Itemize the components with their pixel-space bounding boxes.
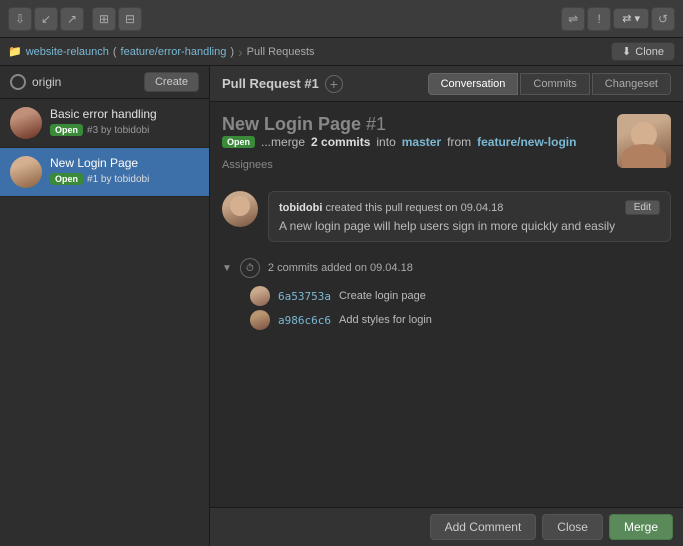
pr-item-info: Basic error handling Open #3 by tobidobi	[50, 107, 199, 136]
pr-body: New Login Page #1 Open ...merge 2 commit…	[210, 102, 683, 507]
merge-icon[interactable]: ⇌	[561, 7, 585, 31]
avatar	[10, 156, 42, 188]
collapse-icon[interactable]: ▼	[222, 263, 232, 274]
target-branch: master	[402, 135, 441, 149]
push-icon[interactable]: ↗	[60, 7, 84, 31]
pr-status-row: Open ...merge 2 commits into master from…	[222, 135, 607, 149]
toolbar-right-group: ⇌ ! ⇄ ▾ ↺	[561, 7, 675, 31]
toolbar-nav-group: ⇩ ↙ ↗	[8, 7, 84, 31]
pr-tab-header: Pull Request #1 + Conversation Commits C…	[210, 66, 683, 102]
clone-button[interactable]: ⬇ Clone	[611, 42, 675, 61]
breadcrumb-repo[interactable]: website-relaunch	[26, 46, 109, 58]
refresh-icon[interactable]: ↺	[651, 7, 675, 31]
commit-message: Add styles for login	[339, 314, 432, 326]
conversation-bubble: tobidobi created this pull request on 09…	[268, 191, 671, 242]
breadcrumb-section: Pull Requests	[247, 46, 315, 58]
pr-title-section: New Login Page #1 Open ...merge 2 commit…	[222, 114, 671, 183]
pr-item-title: New Login Page	[50, 156, 199, 170]
pr-item-info: New Login Page Open #1 by tobidobi	[50, 156, 199, 185]
commits-meta: 2 commits added on 09.04.18	[268, 262, 413, 274]
commits-section: ▼ ⏱ 2 commits added on 09.04.18 6a53753a…	[222, 258, 671, 330]
pr-item-sub: #1 by tobidobi	[87, 174, 149, 185]
pr-status-badge: Open	[222, 136, 255, 148]
commit-avatar	[250, 310, 270, 330]
breadcrumb: 📁 website-relaunch ( feature/error-handl…	[0, 38, 683, 66]
conv-user: tobidobi created this pull request on 09…	[279, 202, 625, 214]
origin-icon	[10, 74, 26, 90]
bottom-bar: Add Comment Close Merge	[210, 507, 683, 546]
pr-title-text: New Login Page #1	[222, 114, 607, 135]
commit-list: 6a53753a Create login page a986c6c6 Add …	[250, 286, 671, 330]
list-item[interactable]: New Login Page Open #1 by tobidobi	[0, 148, 209, 197]
pr-item-title: Basic error handling	[50, 107, 199, 121]
pr-list: Basic error handling Open #3 by tobidobi…	[0, 99, 209, 546]
clone-icon: ⬇	[622, 45, 631, 58]
origin-label: origin	[10, 74, 61, 90]
toolbar: ⇩ ↙ ↗ ⊞ ⊟ ⇌ ! ⇄ ▾ ↺	[0, 0, 683, 38]
status-badge: Open	[50, 124, 83, 136]
content-area: Pull Request #1 + Conversation Commits C…	[210, 66, 683, 546]
conv-text: A new login page will help users sign in…	[279, 219, 660, 233]
tab-bar: Conversation Commits Changeset	[428, 73, 671, 95]
pr-number: #1	[366, 114, 386, 134]
status-badge: Open	[50, 173, 83, 185]
sidebar-header: origin Create	[0, 66, 209, 99]
alert-icon[interactable]: !	[587, 7, 611, 31]
commit-message: Create login page	[339, 290, 426, 302]
pr-item-meta: Open #3 by tobidobi	[50, 124, 199, 136]
list-item[interactable]: Basic error handling Open #3 by tobidobi	[0, 99, 209, 148]
avatar	[10, 107, 42, 139]
create-pr-button[interactable]: Create	[144, 72, 199, 92]
edit-comment-button[interactable]: Edit	[625, 200, 660, 215]
breadcrumb-arrow: ›	[238, 44, 243, 60]
tab-commits[interactable]: Commits	[520, 73, 589, 95]
assignees-label: Assignees	[222, 159, 607, 171]
flow-button[interactable]: ⇄ ▾	[613, 8, 649, 29]
conv-header: tobidobi created this pull request on 09…	[279, 200, 660, 215]
merge-button[interactable]: Merge	[609, 514, 673, 540]
tab-conversation[interactable]: Conversation	[428, 73, 519, 95]
stash-action-icon[interactable]: ⊟	[118, 7, 142, 31]
close-pr-button[interactable]: Close	[542, 514, 603, 540]
conversation-entry: tobidobi created this pull request on 09…	[222, 191, 671, 242]
breadcrumb-branch[interactable]: feature/error-handling	[121, 46, 227, 58]
breadcrumb-sep-1b: )	[230, 46, 234, 58]
conv-avatar	[222, 191, 258, 227]
tab-changeset[interactable]: Changeset	[592, 73, 671, 95]
breadcrumb-sep-1: (	[113, 46, 117, 58]
commits-clock-icon: ⏱	[240, 258, 260, 278]
branch-action-icon[interactable]: ⊞	[92, 7, 116, 31]
toolbar-action-group: ⊞ ⊟	[92, 7, 142, 31]
commit-avatar	[250, 286, 270, 306]
source-branch: feature/new-login	[477, 135, 576, 149]
commit-hash: a986c6c6	[278, 314, 331, 327]
sidebar: origin Create Basic error handling Open …	[0, 66, 210, 546]
table-row: 6a53753a Create login page	[250, 286, 671, 306]
add-pr-icon[interactable]: +	[325, 75, 343, 93]
fetch-icon[interactable]: ⇩	[8, 7, 32, 31]
commits-header: ▼ ⏱ 2 commits added on 09.04.18	[222, 258, 671, 278]
pr-header-title: Pull Request #1	[222, 76, 319, 91]
pr-author-avatar	[617, 114, 671, 168]
table-row: a986c6c6 Add styles for login	[250, 310, 671, 330]
commit-hash: 6a53753a	[278, 290, 331, 303]
main-layout: origin Create Basic error handling Open …	[0, 66, 683, 546]
pr-item-sub: #3 by tobidobi	[87, 125, 149, 136]
add-comment-button[interactable]: Add Comment	[430, 514, 537, 540]
folder-icon: 📁	[8, 45, 22, 58]
pull-icon[interactable]: ↙	[34, 7, 58, 31]
pr-item-meta: Open #1 by tobidobi	[50, 173, 199, 185]
